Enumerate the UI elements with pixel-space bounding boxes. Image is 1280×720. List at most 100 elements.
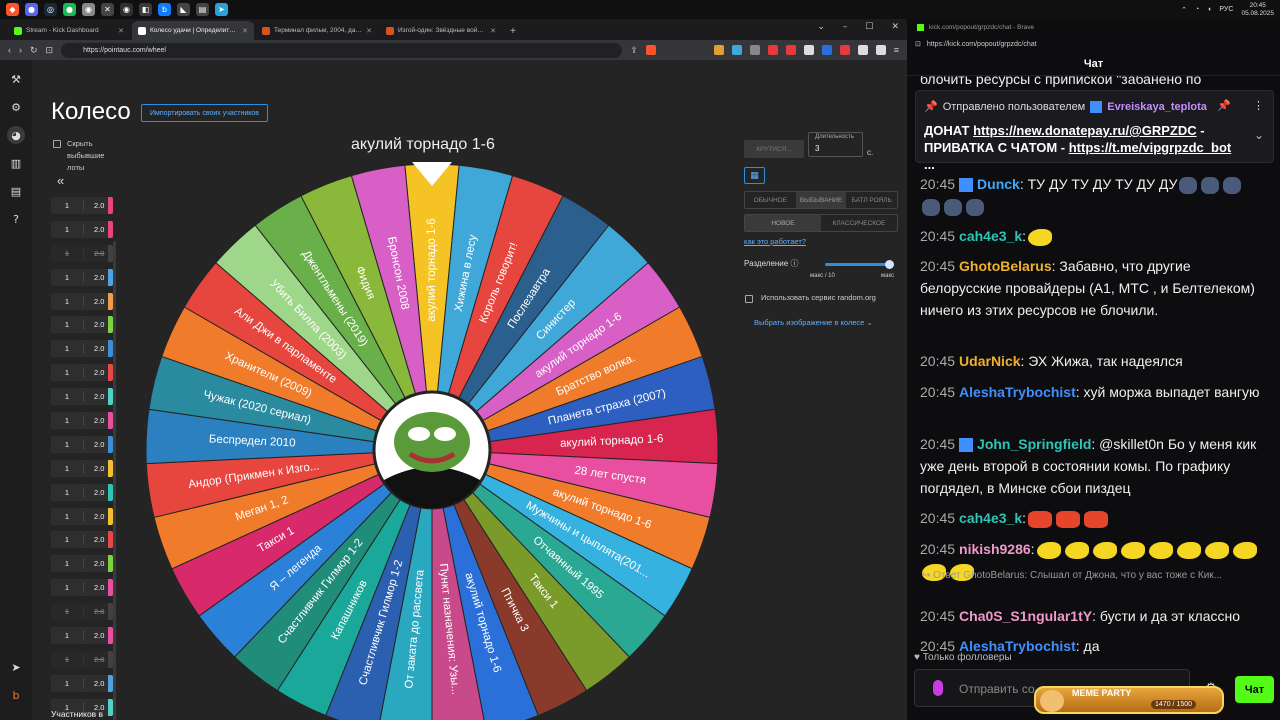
lot-row[interactable]: 1 2.0 [51,244,113,262]
browser-tab[interactable]: Терминал фильм, 2004, дата выход... ✕ [256,21,378,40]
lots-scrollbar[interactable] [113,241,116,720]
gear-icon[interactable]: ⚙ [7,98,25,116]
browser-tab[interactable]: Stream - Kick Dashboard ✕ [8,21,130,40]
lot-row[interactable]: 1 2.0 [51,197,113,214]
close-tab-icon[interactable]: ✕ [366,27,372,35]
hide-won-checkbox[interactable] [53,140,61,148]
lot-row[interactable]: 1 2.0 [51,459,113,477]
telegram-icon[interactable]: ➤ [215,3,228,16]
collapse-icon[interactable]: « [57,173,64,188]
how-it-works-link[interactable]: как это работает? [744,237,806,246]
style-classic[interactable]: КЛАССИЧЕСКОЕ [821,215,897,231]
lot-row[interactable]: 1 2.0 [51,674,113,692]
message-username[interactable]: nikish9286 [959,541,1031,557]
lot-row[interactable]: 1 2.0 [51,507,113,525]
random-org-checkbox[interactable] [745,295,753,303]
pinned-link-1[interactable]: https://new.donatepay.ru/@GRPZDC [973,123,1197,138]
lot-row[interactable]: 1 2.0 [51,435,113,453]
close-tab-icon[interactable]: ✕ [118,27,124,35]
style-new[interactable]: НОВОЕ [745,215,821,231]
message-username[interactable]: UdarNick [959,353,1020,369]
import-participants-button[interactable]: Импортировать своих участников [141,104,269,122]
extension-icon[interactable] [857,45,868,55]
extension-icon[interactable] [713,45,724,55]
lot-row[interactable]: 1 2.0 [51,627,113,645]
pinned-user[interactable]: Evreiskaya_teplota [1107,101,1207,113]
lot-row[interactable]: 1 2.0 [51,292,113,310]
share-icon[interactable]: ⇪ [630,45,638,56]
lot-row[interactable]: 1 2.0 [51,579,113,597]
expand-pinned-icon[interactable]: ⌄ [1254,128,1264,142]
xbox-icon[interactable]: ✕ [101,3,114,16]
lot-row[interactable]: 1 2.0 [51,316,113,334]
close-window-button[interactable]: ✕ [891,22,899,32]
mode-battle-royale[interactable]: БАТЛ РОЯЛЬ [846,192,897,208]
message-username[interactable]: Cha0S_S1ngular1tY [959,608,1092,624]
extension-icon[interactable] [839,45,850,55]
bird-icon[interactable]: ◣ [177,3,190,16]
help-icon[interactable]: ? [7,210,25,228]
telegram-icon[interactable]: ➤ [7,658,25,676]
obs-icon[interactable]: ◉ [120,3,133,16]
message-username[interactable]: Dunck [977,176,1020,192]
message-username[interactable]: AleshaTrybochist [959,384,1076,400]
wheel[interactable]: акулий торнадо 1-6 Хижина в лесуКороль го… [144,162,720,720]
spotify-icon[interactable]: ● [63,3,76,16]
volume-icon[interactable]: ◖ [1207,6,1211,13]
reload-icon[interactable]: ↻ [30,45,38,56]
send-chat-button[interactable]: Чат [1235,676,1274,703]
chevron-up-icon[interactable]: ⌃ [1181,6,1187,14]
dropdown-icon[interactable]: ⌄ [817,22,825,32]
help-icon[interactable]: ⓘ [790,259,798,268]
close-tab-icon[interactable]: ✕ [242,27,248,35]
lot-row[interactable]: 1 2.0 [51,268,113,286]
steam-icon[interactable]: ◎ [44,3,57,16]
extension-icon[interactable] [749,45,760,55]
split-slider-handle[interactable] [885,260,894,269]
folder-icon[interactable]: ▤ [196,3,209,16]
mic-icon[interactable] [933,680,943,696]
pinned-link-2[interactable]: https://t.me/vipgrpzdc_bot [1069,140,1232,155]
menu-icon[interactable]: ≡ [894,45,899,55]
lot-row[interactable]: 1 2.0 [51,388,113,406]
url-field[interactable]: https://pointauc.com/wheel [61,42,623,58]
unpin-icon[interactable]: 📌 [1217,99,1231,112]
chat-url[interactable]: https://kick.com/popout/grpzdc/chat [927,41,1037,48]
message-username[interactable]: cah4e3_k [959,228,1022,244]
extension-icon[interactable] [767,45,778,55]
app-icon[interactable]: ◧ [139,3,152,16]
spin-button[interactable]: КРУТИСЯ... [744,140,804,158]
list-icon[interactable]: ▤ [7,182,25,200]
choose-image-dropdown[interactable]: Выбрать изображение в колесе ⌄ [754,318,873,327]
lot-row[interactable]: 1 2.0 [51,531,113,549]
grid-view-button[interactable]: ▦ [744,167,765,184]
discord-icon[interactable]: ● [25,3,38,16]
auction-icon[interactable]: ⚒ [7,70,25,88]
bookmark-icon[interactable]: ⊡ [46,45,54,56]
extension-icon[interactable] [803,45,814,55]
browser-b-icon[interactable]: b [158,3,171,16]
extension-icon[interactable] [785,45,796,55]
forward-icon[interactable]: › [19,45,22,55]
wheel-icon[interactable]: ◕ [7,126,25,144]
lot-row[interactable]: 1 2.0 [51,220,113,238]
extension-icon[interactable] [821,45,832,55]
lot-row[interactable]: 1 2.0 [51,412,113,430]
lot-row[interactable]: 1 2.0 [51,650,113,668]
brave-shield-icon[interactable] [645,45,656,55]
stats-icon[interactable]: ▥ [7,154,25,172]
mode-elimination[interactable]: ВЫБЫВАНИЕ [795,192,847,208]
lot-row[interactable]: 1 2.0 [51,603,113,621]
lot-row[interactable]: 1 2.0 [51,340,113,358]
lot-row[interactable]: 1 2.0 [51,364,113,382]
message-username[interactable]: GhotoBelarus [959,258,1052,274]
boosty-icon[interactable]: b [7,686,25,704]
chrome-icon[interactable]: ◉ [82,3,95,16]
back-icon[interactable]: ‹ [8,45,11,55]
extension-icon[interactable] [731,45,742,55]
brave-icon[interactable]: ◆ [6,3,19,16]
lot-row[interactable]: 1 2.0 [51,555,113,573]
lang-indicator[interactable]: РУС [1219,6,1233,13]
minimize-button[interactable]: – [843,22,848,32]
split-slider[interactable] [825,263,892,266]
